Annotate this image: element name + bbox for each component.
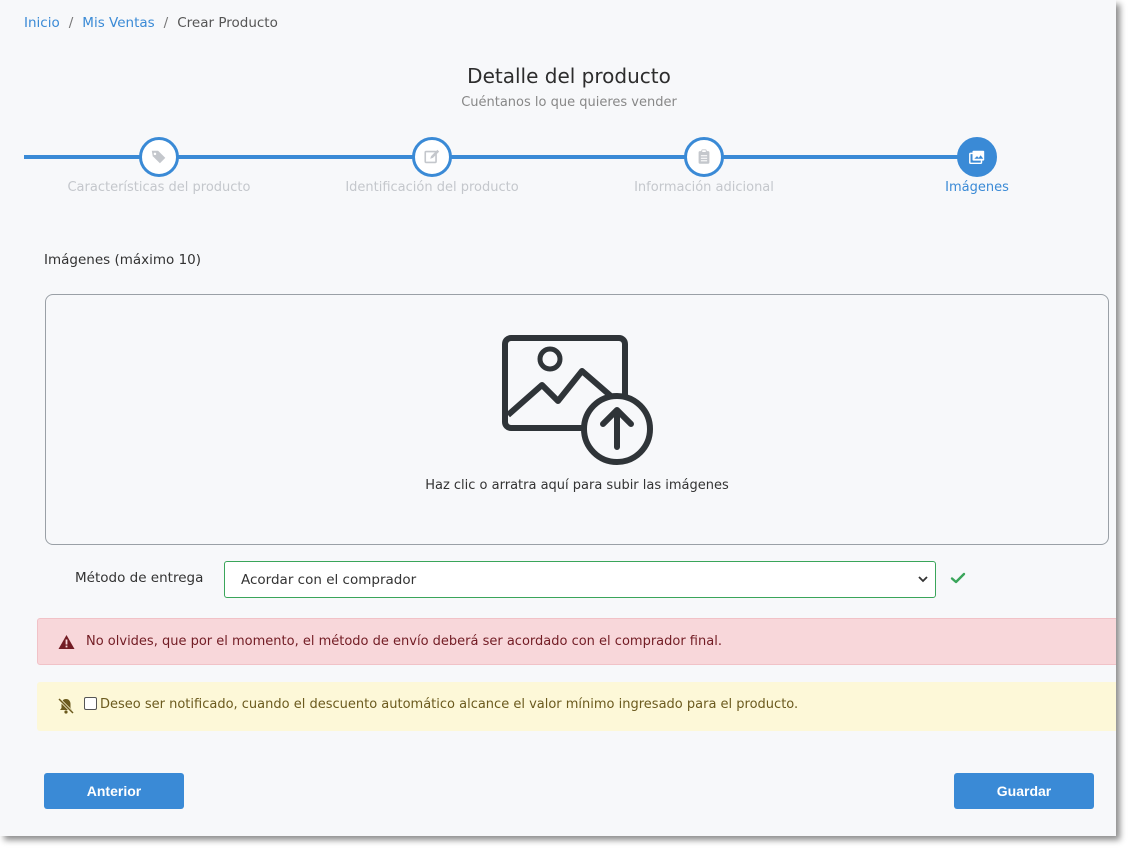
- breadcrumb: Inicio / Mis Ventas / Crear Producto: [24, 15, 278, 31]
- image-dropzone[interactable]: Haz clic o arratra aquí para subir las i…: [45, 294, 1109, 545]
- step-2-label: Identificación del producto: [345, 180, 519, 195]
- delivery-method-label: Método de entrega: [75, 570, 204, 586]
- images-icon: [969, 150, 985, 165]
- chevron-down-icon: [918, 576, 928, 583]
- delivery-method-selected-value: Acordar con el comprador: [241, 571, 417, 588]
- breadcrumb-separator: /: [163, 15, 169, 31]
- check-icon: [950, 572, 966, 584]
- warning-triangle-icon: [58, 635, 75, 649]
- bell-slash-icon: [57, 697, 75, 715]
- step-3-label: Información adicional: [634, 180, 774, 195]
- save-button[interactable]: Guardar: [954, 773, 1094, 809]
- breadcrumb-separator: /: [68, 15, 74, 31]
- step-1-circle[interactable]: [139, 137, 179, 177]
- notify-checkbox-label: Deseo ser notificado, cuando el descuent…: [100, 697, 799, 712]
- clipboard-icon: [698, 149, 710, 164]
- step-2-circle[interactable]: [412, 137, 452, 177]
- step-1-label: Características del producto: [67, 180, 251, 195]
- tags-icon: [151, 150, 166, 164]
- breadcrumb-link-home[interactable]: Inicio: [24, 15, 60, 31]
- edit-icon: [424, 149, 440, 164]
- images-label: Imágenes (máximo 10): [44, 252, 202, 268]
- shipping-alert: No olvides, que por el momento, el métod…: [37, 618, 1116, 665]
- page-title: Detalle del producto: [467, 64, 671, 88]
- step-4-circle[interactable]: [957, 137, 997, 177]
- step-4-label: Imágenes: [945, 180, 1009, 195]
- step-3-circle[interactable]: [684, 137, 724, 177]
- notify-checkbox[interactable]: [84, 697, 97, 710]
- breadcrumb-current: Crear Producto: [177, 15, 278, 31]
- page-frame: Inicio / Mis Ventas / Crear Producto Det…: [0, 0, 1116, 836]
- shipping-alert-text: No olvides, que por el momento, el métod…: [86, 634, 722, 649]
- page-subtitle: Cuéntanos lo que quieres vender: [461, 95, 677, 110]
- previous-button[interactable]: Anterior: [44, 773, 184, 809]
- delivery-method-select[interactable]: Acordar con el comprador: [224, 561, 936, 598]
- image-upload-icon: [502, 335, 653, 465]
- dropzone-hint: Haz clic o arratra aquí para subir las i…: [425, 478, 729, 493]
- notification-alert: Deseo ser notificado, cuando el descuent…: [37, 682, 1116, 731]
- breadcrumb-link-my-sales[interactable]: Mis Ventas: [82, 15, 154, 31]
